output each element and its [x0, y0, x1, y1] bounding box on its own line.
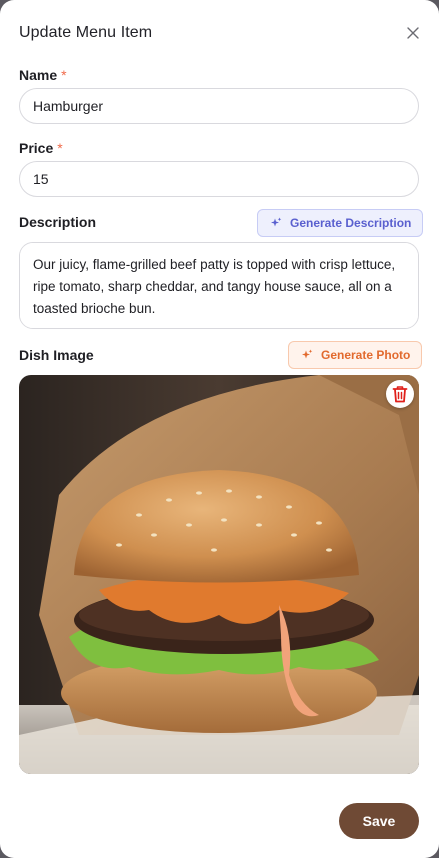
- name-required-mark: *: [61, 67, 67, 83]
- sparkle-icon: [302, 349, 313, 359]
- dish-image-label: Dish Image: [19, 346, 94, 364]
- generate-description-label: Generate Description: [290, 216, 412, 230]
- dish-image-label-text: Dish Image: [19, 347, 94, 363]
- save-button[interactable]: Save: [339, 803, 419, 839]
- price-label: Price *: [19, 139, 63, 157]
- generate-description-button[interactable]: Generate Description: [257, 209, 424, 237]
- name-label: Name *: [19, 66, 67, 84]
- close-icon: [407, 27, 419, 39]
- sparkle-icon: [271, 217, 282, 227]
- price-label-text: Price: [19, 140, 54, 156]
- trash-icon: [392, 386, 408, 403]
- price-required-mark: *: [57, 140, 63, 156]
- dialog-title: Update Menu Item: [19, 24, 153, 41]
- generate-photo-button[interactable]: Generate Photo: [288, 341, 423, 369]
- close-button[interactable]: [403, 23, 423, 43]
- update-menu-item-dialog: Update Menu Item Name * Price * Descript…: [0, 0, 439, 858]
- name-label-text: Name: [19, 67, 58, 83]
- description-label: Description: [19, 213, 96, 231]
- generate-photo-label: Generate Photo: [321, 348, 411, 362]
- description-label-text: Description: [19, 214, 97, 230]
- price-input[interactable]: [19, 161, 419, 197]
- hamburger-photo: [19, 375, 419, 774]
- name-input[interactable]: [19, 88, 419, 124]
- dialog-header: Update Menu Item: [19, 22, 423, 44]
- dish-image: [19, 375, 419, 774]
- delete-image-button[interactable]: [386, 380, 414, 408]
- description-textarea[interactable]: Our juicy, flame-grilled beef patty is t…: [19, 242, 419, 329]
